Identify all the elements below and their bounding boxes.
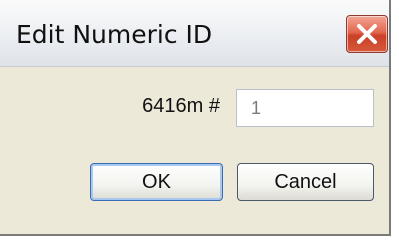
- numeric-id-input[interactable]: [236, 89, 374, 127]
- cancel-button[interactable]: Cancel: [237, 163, 374, 201]
- ok-button[interactable]: OK: [90, 163, 223, 201]
- numeric-id-label: 6416m #: [142, 95, 220, 117]
- edit-numeric-id-dialog: Edit Numeric ID 6416m # OK Cancel: [0, 0, 391, 236]
- close-icon: [357, 24, 377, 44]
- close-button[interactable]: [346, 15, 388, 53]
- title-bar: Edit Numeric ID: [0, 0, 389, 67]
- dialog-title: Edit Numeric ID: [16, 20, 213, 49]
